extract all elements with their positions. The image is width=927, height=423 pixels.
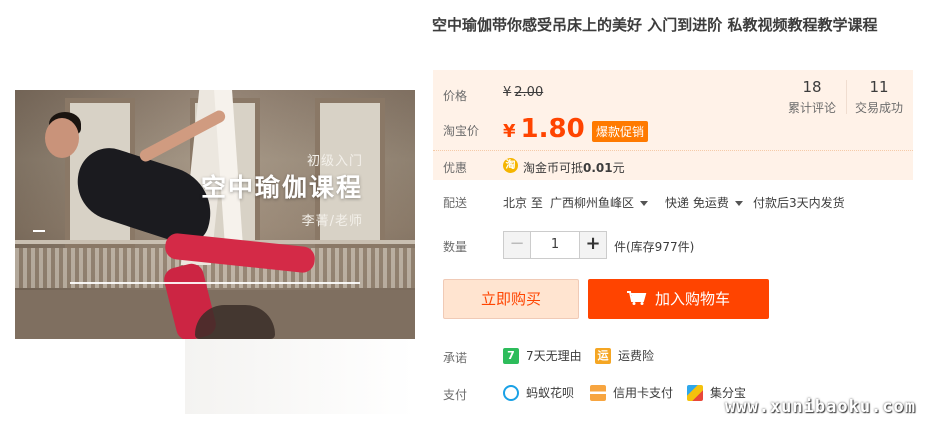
chevron-down-icon bbox=[734, 201, 743, 206]
image-caption-underline bbox=[70, 282, 360, 284]
delivery-method: 快递 免运费 bbox=[665, 196, 729, 210]
taojinbi-coin-icon: 淘 bbox=[503, 158, 518, 173]
add-to-cart-label: 加入购物车 bbox=[654, 290, 730, 308]
delivery-method-select[interactable]: 快递 免运费 bbox=[665, 194, 743, 211]
quantity-increase-button[interactable]: + bbox=[580, 232, 606, 258]
buy-now-button[interactable]: 立即购买 bbox=[443, 279, 579, 319]
quantity-decrease-button[interactable]: − bbox=[504, 232, 530, 258]
chevron-down-icon bbox=[640, 201, 649, 206]
price-label: 价格 bbox=[443, 89, 468, 103]
promise-item-label: 7天无理由 bbox=[526, 349, 582, 363]
delivery-destination: 广西柳州鱼峰区 bbox=[550, 196, 635, 210]
jifenbao-icon bbox=[687, 384, 703, 401]
product-main-image[interactable]: 初级入门 空中瑜伽课程 李菁/老师 bbox=[15, 90, 415, 339]
promo-price-value: 1.80 bbox=[520, 114, 585, 144]
payment-item-label: 蚂蚁花呗 bbox=[526, 386, 575, 400]
promo-price: ¥1.80 bbox=[503, 114, 585, 144]
payment-label: 支付 bbox=[443, 388, 468, 402]
discount-row: 优惠 淘 淘金币可抵0.01元 bbox=[433, 150, 913, 180]
huabei-icon bbox=[503, 384, 519, 401]
original-price-value: 2.00 bbox=[514, 85, 544, 100]
product-title: 空中瑜伽带你感受吊床上的美好 入门到进阶 私教视频教程教学课程 bbox=[432, 16, 878, 34]
review-count: 18 bbox=[802, 78, 822, 96]
credit-card-icon bbox=[590, 384, 606, 401]
discount-label: 优惠 bbox=[443, 161, 468, 175]
ship-time: 付款后3天内发货 bbox=[753, 196, 845, 210]
coupon-text: 淘金币可抵0.01元 bbox=[523, 159, 625, 176]
currency-symbol: ¥ bbox=[503, 121, 516, 142]
image-headline: 空中瑜伽课程 bbox=[200, 173, 363, 202]
coupon-amount: 0.01 bbox=[583, 161, 613, 175]
promo-price-label: 淘宝价 bbox=[443, 124, 480, 138]
quantity-row: 数量 − 1 + 件(库存977件) bbox=[433, 230, 913, 260]
shopping-cart-icon bbox=[626, 291, 647, 305]
delivery-destination-select[interactable]: 广西柳州鱼峰区 bbox=[550, 194, 649, 211]
payment-item-credit-card[interactable]: 信用卡支付 bbox=[590, 384, 673, 401]
promise-item-freight-insurance[interactable]: 运运费险 bbox=[595, 347, 654, 364]
quantity-label: 数量 bbox=[443, 240, 468, 254]
image-caption-dash bbox=[33, 230, 45, 232]
quantity-input[interactable]: 1 bbox=[530, 232, 580, 258]
promise-label: 承诺 bbox=[443, 351, 468, 365]
image-subtitle: 初级入门 bbox=[306, 154, 363, 169]
original-price: ¥2.00 bbox=[503, 85, 543, 100]
delivery-label: 配送 bbox=[443, 196, 468, 210]
promise-row: 承诺 7 7天无理由 运运费险 bbox=[433, 346, 913, 368]
image-shadow-area bbox=[185, 339, 415, 414]
stat-divider bbox=[846, 80, 847, 114]
coupon-text-prefix: 淘金币可抵 bbox=[523, 161, 584, 175]
trade-count: 11 bbox=[869, 78, 889, 96]
review-count-stat[interactable]: 18 累计评论 bbox=[782, 78, 842, 116]
seven-day-return-icon: 7 bbox=[503, 347, 519, 364]
delivery-row: 配送 北京 至 广西柳州鱼峰区 快递 免运费 付款后3天内发货 bbox=[433, 188, 913, 214]
promise-item-label: 运费险 bbox=[618, 349, 655, 363]
add-to-cart-button[interactable]: 加入购物车 bbox=[588, 279, 769, 319]
site-watermark: www.xunibaoku.com bbox=[725, 397, 916, 417]
promo-badge: 爆款促销 bbox=[592, 121, 649, 142]
promise-item-seven-day-return[interactable]: 7 7天无理由 bbox=[503, 347, 582, 364]
review-count-label: 累计评论 bbox=[787, 101, 836, 115]
currency-symbol: ¥ bbox=[503, 85, 512, 100]
freight-insurance-icon: 运 bbox=[595, 347, 611, 364]
stock-info: 件(库存977件) bbox=[614, 240, 695, 254]
image-plant-pot bbox=[195, 305, 275, 339]
image-figure-head bbox=[45, 118, 79, 158]
delivery-origin: 北京 至 bbox=[503, 196, 543, 210]
trade-count-stat: 11 交易成功 bbox=[849, 78, 909, 116]
payment-item-huabei[interactable]: 蚂蚁花呗 bbox=[503, 384, 574, 401]
trade-count-label: 交易成功 bbox=[854, 101, 903, 115]
image-author: 李菁/老师 bbox=[301, 214, 363, 229]
payment-item-label: 信用卡支付 bbox=[613, 386, 674, 400]
coupon-text-suffix: 元 bbox=[612, 161, 625, 175]
quantity-stepper: − 1 + bbox=[503, 231, 607, 259]
